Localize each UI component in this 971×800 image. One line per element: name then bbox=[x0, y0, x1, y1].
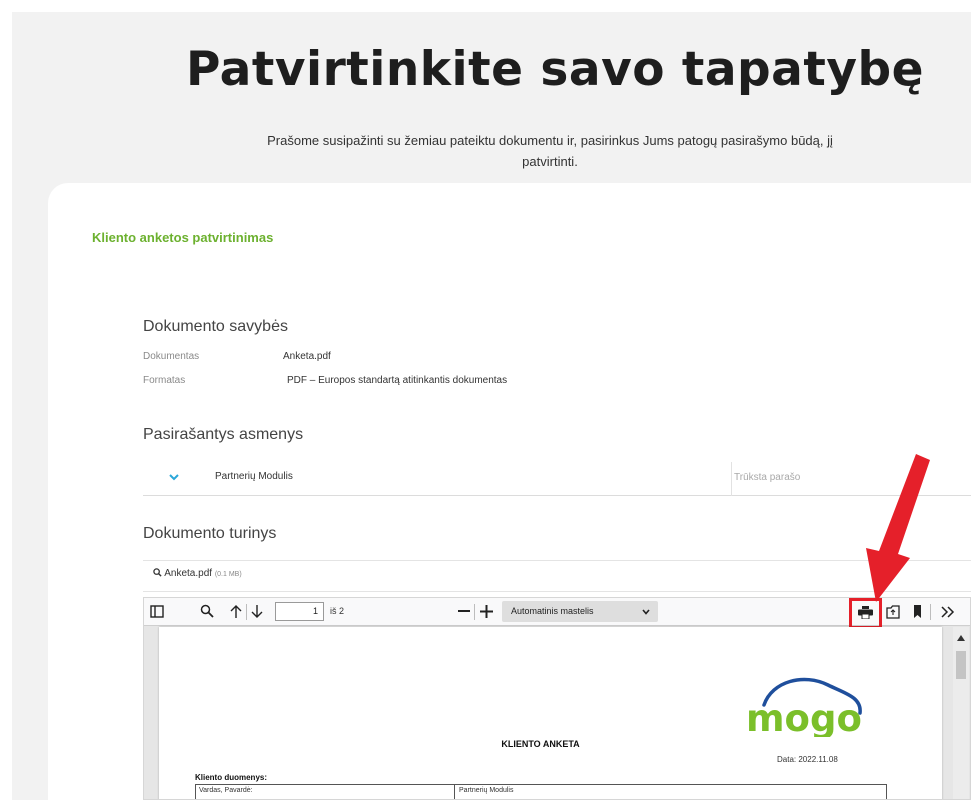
more-tools-icon[interactable] bbox=[941, 606, 955, 618]
zoom-out-icon[interactable] bbox=[458, 610, 470, 613]
search-icon[interactable] bbox=[200, 604, 214, 618]
pdf-heading: KLIENTO ANKETA bbox=[501, 739, 580, 749]
file-link[interactable]: Anketa.pdf (0.1 MB) bbox=[153, 568, 242, 579]
arrow-up-icon[interactable] bbox=[230, 604, 242, 619]
pdf-section-title: Kliento duomenys: bbox=[195, 773, 268, 782]
file-size: (0.1 MB) bbox=[214, 571, 242, 578]
toolbar-separator bbox=[930, 604, 931, 620]
page-subtitle: Prašome susipažinti su žemiau pateiktu d… bbox=[267, 133, 833, 169]
page-number-input[interactable]: 1 bbox=[275, 602, 324, 621]
toolbar-separator bbox=[474, 604, 475, 620]
open-file-icon[interactable] bbox=[886, 605, 901, 619]
zoom-select-value: Automatinis mastelis bbox=[511, 606, 594, 616]
logo-text: mogo bbox=[746, 697, 862, 737]
chevron-down-icon bbox=[642, 609, 650, 615]
content-heading: Dokumento turinys bbox=[143, 525, 277, 542]
divider bbox=[143, 591, 971, 592]
sidebar-toggle-icon[interactable] bbox=[150, 605, 164, 618]
pdf-date: Data: 2022.11.08 bbox=[777, 755, 838, 764]
viewer-scrollbar[interactable] bbox=[953, 627, 969, 799]
signer-name: Partnerių Modulis bbox=[215, 471, 293, 482]
signer-row[interactable]: Partnerių Modulis Trūksta parašo bbox=[143, 462, 971, 496]
annotation-arrow-icon bbox=[866, 454, 930, 602]
pdf-toolbar: 1 iš 2 Automatinis mastelis bbox=[144, 598, 970, 629]
prop-label-document: Dokumentas bbox=[143, 351, 200, 362]
pdf-table-value: Partnerių Modulis bbox=[459, 787, 514, 794]
pdf-table: Vardas, Pavardė: Partnerių Modulis bbox=[195, 784, 887, 799]
zoom-in-icon[interactable] bbox=[480, 605, 493, 618]
divider bbox=[143, 560, 971, 561]
signer-divider bbox=[731, 462, 732, 496]
mogo-logo: mogo bbox=[746, 677, 862, 737]
page-count: iš 2 bbox=[330, 606, 345, 616]
pdf-viewer: 1 iš 2 Automatinis mastelis mogo KLIENTO… bbox=[143, 597, 971, 800]
signers-heading: Pasirašantys asmenys bbox=[143, 426, 304, 443]
zoom-select[interactable]: Automatinis mastelis bbox=[502, 601, 658, 622]
magnifier-icon bbox=[153, 568, 164, 579]
pdf-table-label: Vardas, Pavardė: bbox=[199, 787, 253, 794]
arrow-down-icon[interactable] bbox=[251, 604, 263, 619]
chevron-down-icon[interactable] bbox=[167, 470, 181, 484]
pdf-page: mogo KLIENTO ANKETA Data: 2022.11.08 Kli… bbox=[159, 627, 942, 799]
prop-value-format: PDF – Europos standartą atitinkantis dok… bbox=[287, 375, 508, 386]
bookmark-icon[interactable] bbox=[913, 605, 922, 618]
toolbar-separator bbox=[246, 604, 247, 620]
card-title: Kliento anketos patvirtinimas bbox=[92, 230, 274, 245]
pdf-table-divider bbox=[454, 785, 455, 799]
file-name: Anketa.pdf bbox=[164, 568, 213, 579]
prop-label-format: Formatas bbox=[143, 375, 186, 386]
scroll-up-icon[interactable] bbox=[957, 635, 965, 641]
properties-heading: Dokumento savybės bbox=[143, 318, 288, 335]
prop-value-document: Anketa.pdf bbox=[283, 351, 331, 362]
page-title: Patvirtinkite savo tapatybę bbox=[185, 42, 925, 97]
scroll-thumb[interactable] bbox=[956, 651, 966, 679]
signer-status: Trūksta parašo bbox=[734, 472, 801, 483]
